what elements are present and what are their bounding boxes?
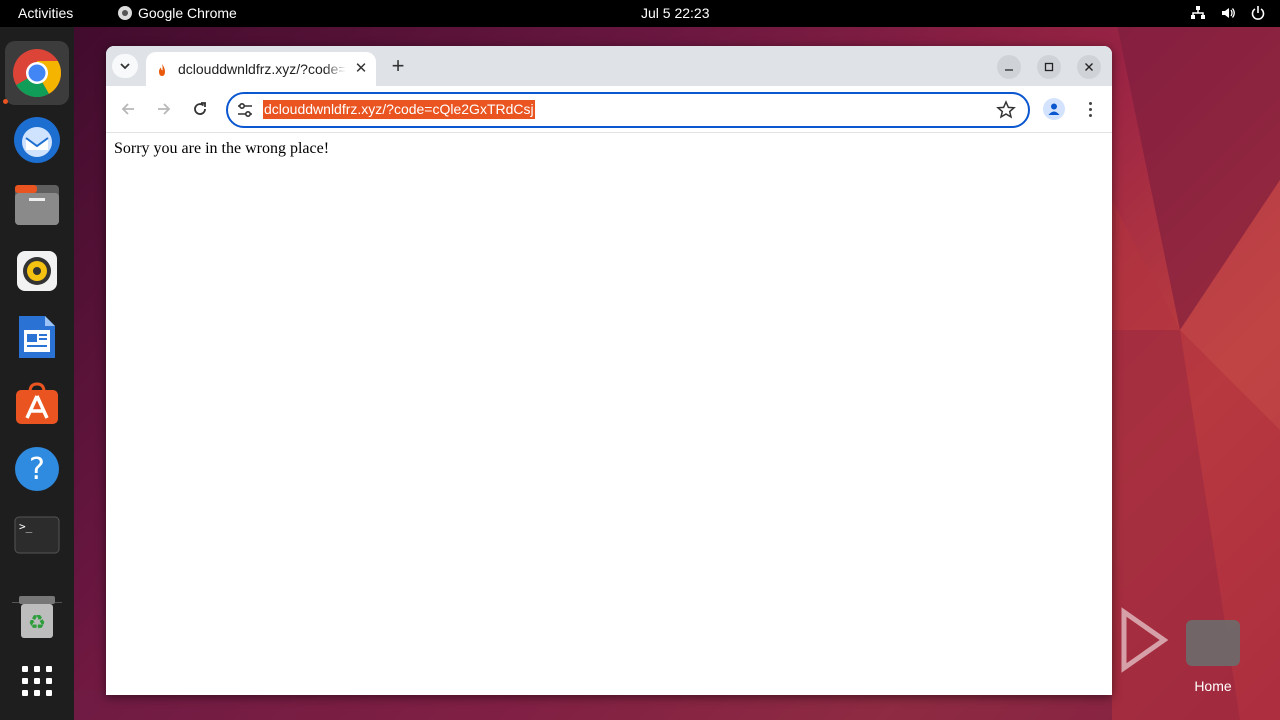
svg-text:?: ? bbox=[29, 452, 45, 487]
dock-thunderbird[interactable] bbox=[5, 107, 69, 171]
forward-button[interactable] bbox=[153, 98, 175, 120]
flame-icon bbox=[159, 64, 165, 76]
arrow-right-icon bbox=[158, 103, 171, 115]
dock-help[interactable]: ? bbox=[5, 437, 69, 501]
close-icon bbox=[1085, 63, 1093, 71]
tab-strip: dclouddwnldfrz.xyz/?code=cQle2GxTRdCsj ✕… bbox=[106, 46, 1112, 86]
close-window-button[interactable] bbox=[1077, 55, 1101, 79]
app-center-icon bbox=[16, 382, 58, 424]
terminal-icon: >_ bbox=[14, 516, 60, 554]
chevron-down-icon bbox=[120, 63, 130, 70]
help-icon: ? bbox=[15, 447, 59, 491]
chrome-small-icon bbox=[118, 6, 132, 20]
chrome-window: dclouddwnldfrz.xyz/?code=cQle2GxTRdCsj ✕… bbox=[106, 46, 1112, 695]
arrow-left-icon bbox=[121, 103, 134, 115]
network-icon[interactable] bbox=[1190, 5, 1206, 21]
home-folder-icon[interactable] bbox=[1186, 620, 1240, 666]
reload-button[interactable] bbox=[189, 98, 211, 120]
files-icon bbox=[15, 185, 59, 225]
minimize-button[interactable] bbox=[997, 55, 1021, 79]
svg-text:♻: ♻ bbox=[28, 610, 46, 634]
bookmark-star-icon[interactable] bbox=[996, 100, 1016, 120]
clock[interactable]: Jul 5 22:23 bbox=[641, 5, 710, 21]
tab-active[interactable]: dclouddwnldfrz.xyz/?code=cQle2GxTRdCsj ✕ bbox=[146, 52, 376, 86]
more-menu-icon[interactable] bbox=[1082, 98, 1098, 120]
dock-show-apps[interactable] bbox=[5, 649, 69, 713]
dock-trash[interactable]: ♻ bbox=[5, 585, 69, 649]
dock-terminal[interactable]: >_ bbox=[5, 503, 69, 567]
dock-rhythmbox[interactable] bbox=[5, 239, 69, 303]
app-menu[interactable]: Google Chrome bbox=[118, 5, 237, 21]
address-bar[interactable]: dclouddwnldfrz.xyz/?code=cQle2GxTRdCsj bbox=[226, 92, 1030, 128]
svg-text:>_: >_ bbox=[19, 520, 33, 533]
top-bar: Activities Google Chrome Jul 5 22:23 bbox=[0, 0, 1280, 27]
tab-title: dclouddwnldfrz.xyz/?code=cQle2GxTRdCsj bbox=[178, 61, 346, 77]
power-icon[interactable] bbox=[1250, 5, 1266, 21]
app-name: Google Chrome bbox=[138, 5, 237, 21]
tab-search-button[interactable] bbox=[112, 54, 138, 78]
dock-files[interactable] bbox=[5, 173, 69, 237]
profile-button[interactable] bbox=[1043, 98, 1065, 120]
dock-writer[interactable] bbox=[5, 305, 69, 369]
thunderbird-icon bbox=[14, 117, 60, 163]
home-folder-label[interactable]: Home bbox=[1180, 678, 1246, 694]
app-grid-icon bbox=[22, 666, 52, 696]
trash-icon: ♻ bbox=[19, 596, 55, 638]
dock-chrome[interactable] bbox=[5, 41, 69, 105]
writer-icon bbox=[19, 316, 55, 358]
tab-close-icon[interactable]: ✕ bbox=[353, 61, 369, 77]
maximize-icon bbox=[1044, 62, 1054, 72]
back-button[interactable] bbox=[117, 98, 139, 120]
page-message: Sorry you are in the wrong place! bbox=[114, 140, 330, 157]
dock: ? >_ ♻ bbox=[0, 27, 74, 720]
person-icon bbox=[1048, 103, 1060, 115]
running-indicator bbox=[3, 99, 8, 104]
minimize-icon bbox=[1005, 69, 1013, 71]
chrome-icon bbox=[13, 49, 62, 98]
toolbar: dclouddwnldfrz.xyz/?code=cQle2GxTRdCsj bbox=[106, 86, 1112, 133]
dock-app-center[interactable] bbox=[5, 371, 69, 435]
reload-icon bbox=[194, 102, 206, 115]
activities-button[interactable]: Activities bbox=[18, 5, 73, 21]
volume-icon[interactable] bbox=[1220, 5, 1236, 21]
new-tab-button[interactable]: + bbox=[388, 55, 408, 77]
site-settings-icon[interactable] bbox=[236, 101, 254, 119]
system-tray[interactable] bbox=[1190, 5, 1266, 21]
page-content: Sorry you are in the wrong place! bbox=[106, 133, 1112, 695]
maximize-button[interactable] bbox=[1037, 55, 1061, 79]
url-text[interactable]: dclouddwnldfrz.xyz/?code=cQle2GxTRdCsj bbox=[263, 100, 535, 119]
rhythmbox-icon bbox=[17, 251, 57, 291]
